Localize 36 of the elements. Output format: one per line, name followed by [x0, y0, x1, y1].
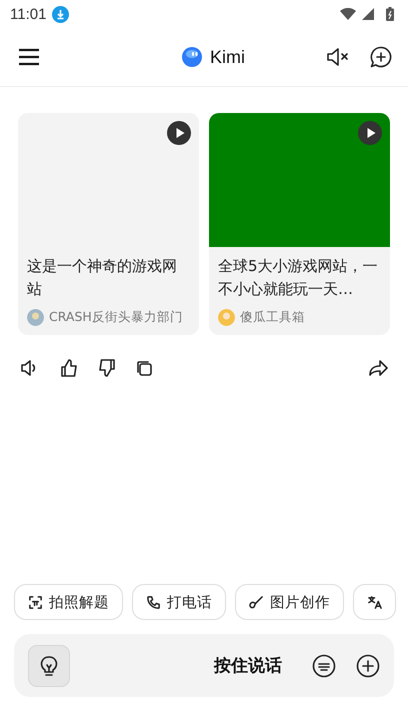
new-chat-icon[interactable]: [370, 46, 392, 68]
shortcut-chip[interactable]: 拍照解题: [14, 584, 123, 620]
brush-icon: [249, 594, 264, 610]
battery-icon: [386, 7, 394, 21]
signal-icon: [362, 8, 374, 20]
shortcut-chip[interactable]: [353, 584, 396, 620]
translate-icon: [367, 594, 382, 610]
avatar-icon: [218, 309, 235, 326]
wifi-icon: [340, 8, 356, 20]
author-name: 傻瓜工具箱: [240, 309, 305, 326]
thumbs-down-icon[interactable]: [98, 359, 116, 377]
play-icon[interactable]: [358, 121, 382, 145]
status-time: 11:01: [10, 6, 46, 22]
app-title: Kimi: [210, 46, 245, 68]
avatar-icon: [27, 309, 44, 326]
lightbulb-icon: [39, 654, 59, 676]
shortcut-chip[interactable]: 图片创作: [235, 584, 344, 620]
thumbs-up-icon[interactable]: [60, 359, 78, 377]
hold-to-talk-button[interactable]: 按住说话: [208, 653, 288, 678]
menu-icon[interactable]: [18, 48, 40, 66]
phone-icon: [146, 594, 161, 610]
mute-icon[interactable]: [326, 46, 350, 68]
play-icon[interactable]: [167, 121, 191, 145]
share-icon[interactable]: [368, 359, 388, 377]
lightbulb-button[interactable]: [28, 644, 70, 686]
add-icon[interactable]: [356, 654, 380, 678]
logo-icon: [182, 47, 202, 67]
video-card[interactable]: 全球5大小游戏网站，一不小心就能玩一天… 傻瓜工具箱: [209, 113, 390, 335]
scan-icon: [28, 594, 43, 610]
shortcut-chip[interactable]: 打电话: [132, 584, 226, 620]
video-title: 全球5大小游戏网站，一不小心就能玩一天…: [217, 256, 379, 300]
video-card[interactable]: 这是一个神奇的游戏网站 CRASH反街头暴力部门: [18, 113, 199, 335]
download-icon: [52, 6, 70, 22]
video-title: 这是一个神奇的游戏网站: [26, 256, 178, 300]
author-name: CRASH反街头暴力部门: [49, 309, 183, 326]
copy-icon[interactable]: [136, 360, 153, 376]
